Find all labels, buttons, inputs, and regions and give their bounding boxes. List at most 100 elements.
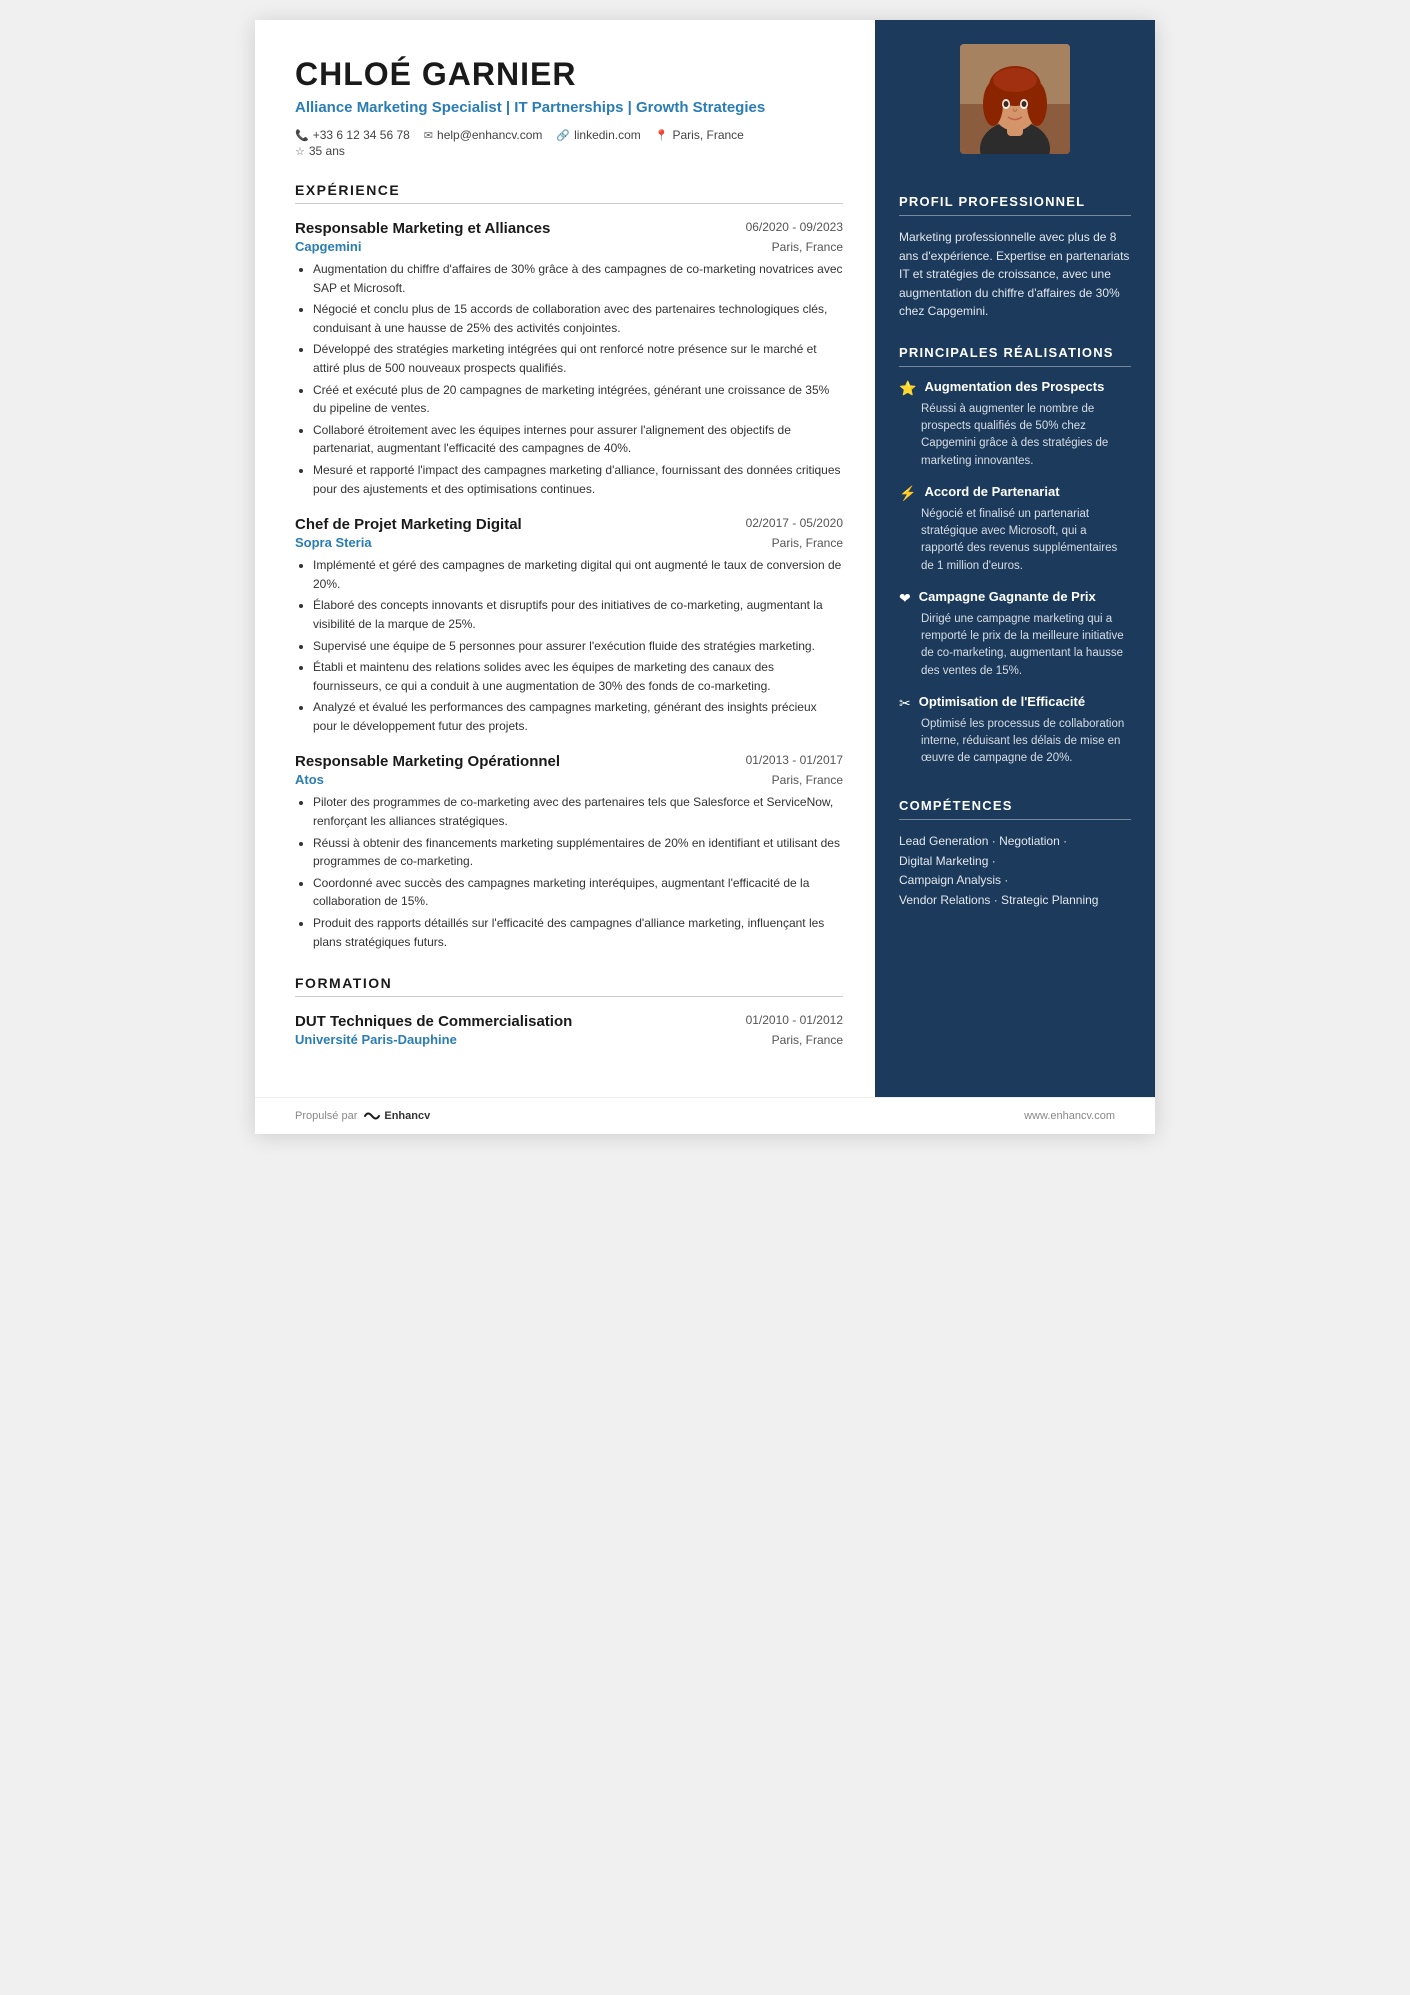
- exp-header-3: Responsable Marketing Opérationnel 01/20…: [295, 753, 843, 770]
- exp-location-3: Paris, France: [772, 773, 843, 787]
- competence-line-1: Lead Generation · Negotiation ·: [899, 832, 1098, 852]
- bullet-1-3: Développé des stratégies marketing intég…: [313, 340, 843, 377]
- profil-text: Marketing professionnelle avec plus de 8…: [899, 228, 1131, 321]
- left-column: CHLOÉ GARNIER Alliance Marketing Special…: [255, 20, 875, 1097]
- location-icon: 📍: [655, 129, 669, 142]
- edu-location-1: Paris, France: [772, 1033, 843, 1047]
- location-contact: 📍 Paris, France: [655, 128, 744, 142]
- age-value: 35 ans: [309, 144, 345, 158]
- exp-dates-1: 06/2020 - 09/2023: [746, 220, 843, 234]
- exp-bullets-2: Implémenté et géré des campagnes de mark…: [295, 556, 843, 735]
- bullet-2-4: Établi et maintenu des relations solides…: [313, 658, 843, 695]
- bullet-3-3: Coordonné avec succès des campagnes mark…: [313, 874, 843, 911]
- exp-location-1: Paris, France: [772, 240, 843, 254]
- bullet-1-4: Créé et exécuté plus de 20 campagnes de …: [313, 381, 843, 418]
- competence-line-3: Campaign Analysis ·: [899, 871, 1098, 891]
- bullet-3-2: Réussi à obtenir des financements market…: [313, 834, 843, 871]
- phone-icon: 📞: [295, 129, 309, 142]
- candidate-title: Alliance Marketing Specialist | IT Partn…: [295, 97, 843, 118]
- powered-by-text: Propulsé par: [295, 1110, 357, 1122]
- edu-entry-1: DUT Techniques de Commercialisation 01/2…: [295, 1013, 843, 1047]
- exp-company-line-3: Atos Paris, France: [295, 772, 843, 787]
- email-contact: ✉ help@enhancv.com: [424, 128, 543, 142]
- edu-header-1: DUT Techniques de Commercialisation 01/2…: [295, 1013, 843, 1030]
- bullet-2-5: Analyzé et évalué les performances des c…: [313, 698, 843, 735]
- edu-dates-1: 01/2010 - 01/2012: [746, 1013, 843, 1027]
- photo-container: [899, 44, 1131, 154]
- enhancv-logo-svg: [363, 1110, 381, 1122]
- realisation-header-1: ⭐ Augmentation des Prospects: [899, 379, 1131, 397]
- email-icon: ✉: [424, 129, 433, 142]
- competence-line-4: Vendor Relations · Strategic Planning: [899, 891, 1098, 911]
- age-info: ☆ 35 ans: [295, 144, 843, 158]
- realisation-header-4: ✂ Optimisation de l'Efficacité: [899, 694, 1131, 712]
- linkedin-contact: 🔗 linkedin.com: [556, 128, 640, 142]
- bullet-2-2: Élaboré des concepts innovants et disrup…: [313, 596, 843, 633]
- realisation-desc-4: Optimisé les processus de collaboration …: [899, 716, 1131, 768]
- contact-info: 📞 +33 6 12 34 56 78 ✉ help@enhancv.com 🔗…: [295, 128, 843, 142]
- competences-text: Lead Generation · Negotiation · Digital …: [899, 832, 1098, 911]
- realisation-header-3: ❤ Campagne Gagnante de Prix: [899, 589, 1131, 607]
- photo-svg: [960, 44, 1070, 154]
- right-realisations-title: PRINCIPALES RÉALISATIONS: [899, 345, 1131, 367]
- competence-line-2: Digital Marketing ·: [899, 852, 1098, 872]
- footer-logo: Propulsé par Enhancv: [295, 1110, 430, 1122]
- bullet-2-3: Supervisé une équipe de 5 personnes pour…: [313, 637, 843, 656]
- exp-role-3: Responsable Marketing Opérationnel: [295, 753, 560, 770]
- lightning-icon: ⚡: [899, 485, 916, 502]
- link-icon: 🔗: [556, 129, 570, 142]
- star-outline-icon: ☆: [295, 145, 305, 158]
- bullet-3-1: Piloter des programmes de co-marketing a…: [313, 793, 843, 830]
- linkedin-value: linkedin.com: [574, 128, 641, 142]
- bullet-2-1: Implémenté et géré des campagnes de mark…: [313, 556, 843, 593]
- realisation-item-1: ⭐ Augmentation des Prospects Réussi à au…: [899, 379, 1131, 470]
- edu-school-line-1: Université Paris-Dauphine Paris, France: [295, 1032, 843, 1047]
- realisation-item-3: ❤ Campagne Gagnante de Prix Dirigé une c…: [899, 589, 1131, 680]
- phone-contact: 📞 +33 6 12 34 56 78: [295, 128, 410, 142]
- enhancv-brand: Enhancv: [363, 1110, 430, 1122]
- exp-header-1: Responsable Marketing et Alliances 06/20…: [295, 220, 843, 237]
- age-contact: ☆ 35 ans: [295, 144, 345, 158]
- realisation-title-3: Campagne Gagnante de Prix: [919, 589, 1096, 606]
- exp-company-2: Sopra Steria: [295, 535, 372, 550]
- exp-bullets-1: Augmentation du chiffre d'affaires de 30…: [295, 260, 843, 498]
- star-icon: ⭐: [899, 380, 916, 397]
- exp-entry-2: Chef de Projet Marketing Digital 02/2017…: [295, 516, 843, 735]
- footer-website: www.enhancv.com: [1024, 1110, 1115, 1122]
- resume-body: CHLOÉ GARNIER Alliance Marketing Special…: [255, 20, 1155, 1097]
- edu-school-1: Université Paris-Dauphine: [295, 1032, 457, 1047]
- phone-value: +33 6 12 34 56 78: [313, 128, 410, 142]
- realisation-desc-2: Négocié et finalisé un partenariat strat…: [899, 506, 1131, 575]
- bullet-1-6: Mesuré et rapporté l'impact des campagne…: [313, 461, 843, 498]
- exp-company-1: Capgemini: [295, 239, 361, 254]
- realisation-title-4: Optimisation de l'Efficacité: [919, 694, 1085, 711]
- exp-role-2: Chef de Projet Marketing Digital: [295, 516, 522, 533]
- exp-company-line-2: Sopra Steria Paris, France: [295, 535, 843, 550]
- realisation-header-2: ⚡ Accord de Partenariat: [899, 484, 1131, 502]
- exp-company-line-1: Capgemini Paris, France: [295, 239, 843, 254]
- footer: Propulsé par Enhancv www.enhancv.com: [255, 1097, 1155, 1134]
- bullet-3-4: Produit des rapports détaillés sur l'eff…: [313, 914, 843, 951]
- experience-section-title: EXPÉRIENCE: [295, 182, 843, 204]
- bullet-1-5: Collaboré étroitement avec les équipes i…: [313, 421, 843, 458]
- realisation-title-1: Augmentation des Prospects: [924, 379, 1104, 396]
- realisation-desc-1: Réussi à augmenter le nombre de prospect…: [899, 401, 1131, 470]
- right-column: PROFIL PROFESSIONNEL Marketing professio…: [875, 20, 1155, 1097]
- realisation-desc-3: Dirigé une campagne marketing qui a remp…: [899, 611, 1131, 680]
- realisation-item-4: ✂ Optimisation de l'Efficacité Optimisé …: [899, 694, 1131, 768]
- education-section-title: FORMATION: [295, 975, 843, 997]
- right-profil-title: PROFIL PROFESSIONNEL: [899, 194, 1131, 216]
- exp-dates-3: 01/2013 - 01/2017: [746, 753, 843, 767]
- resume-wrapper: CHLOÉ GARNIER Alliance Marketing Special…: [255, 20, 1155, 1134]
- exp-header-2: Chef de Projet Marketing Digital 02/2017…: [295, 516, 843, 533]
- realisation-item-2: ⚡ Accord de Partenariat Négocié et final…: [899, 484, 1131, 575]
- exp-role-1: Responsable Marketing et Alliances: [295, 220, 550, 237]
- exp-location-2: Paris, France: [772, 536, 843, 550]
- bullet-1-1: Augmentation du chiffre d'affaires de 30…: [313, 260, 843, 297]
- realisation-title-2: Accord de Partenariat: [924, 484, 1059, 501]
- exp-company-3: Atos: [295, 772, 324, 787]
- exp-bullets-3: Piloter des programmes de co-marketing a…: [295, 793, 843, 951]
- bullet-1-2: Négocié et conclu plus de 15 accords de …: [313, 300, 843, 337]
- edu-degree-1: DUT Techniques de Commercialisation: [295, 1013, 572, 1030]
- candidate-name: CHLOÉ GARNIER: [295, 56, 843, 93]
